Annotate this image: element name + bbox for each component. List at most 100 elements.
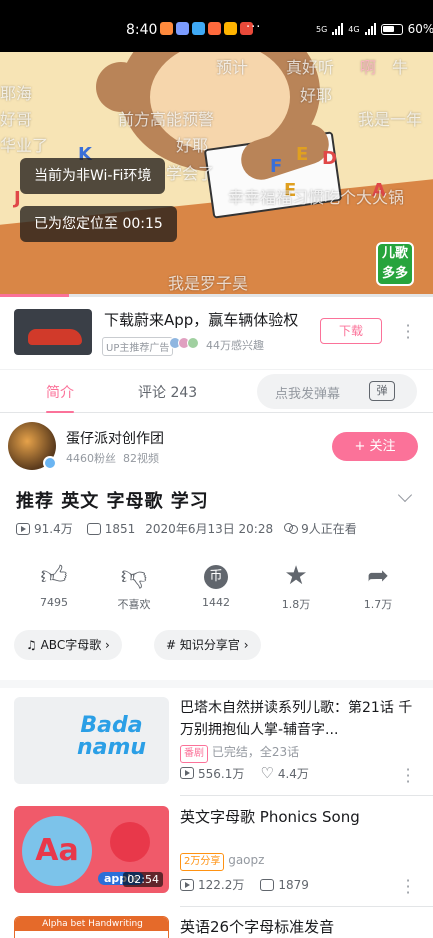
danmaku-input[interactable]: 点我发弹幕 弹 [257,374,417,409]
app-icon [208,22,221,35]
notification-icons [160,22,253,35]
tag-music[interactable]: ♫ ABC字母歌 › [14,630,122,660]
share-icon: ➦ [367,561,389,591]
tab-intro[interactable]: 简介 [46,382,74,402]
music-note-icon: ♫ [26,638,37,652]
danmaku-text: 耶海 [0,84,33,103]
danmaku-text: 啊 [360,58,377,77]
avatar [187,337,199,349]
signal-icon [332,23,344,35]
favorite-button[interactable]: ★ 1.8万 [266,560,326,612]
uploader-name[interactable]: 蛋仔派对创作团 [66,428,164,448]
danmaku-toggle-icon[interactable]: 弹 [369,381,395,401]
like-count: 7495 [40,596,68,609]
related-likes: 4.4万 [277,766,309,781]
video-scene-letter: F [270,156,283,177]
danmaku-text: 真好听 [286,58,335,77]
follow-button[interactable]: + 关注 [332,432,418,461]
favorite-count: 1.8万 [281,598,311,611]
heart-icon: ♡ [260,764,274,782]
publish-date: 2020年6月13日 20:28 [145,522,274,536]
danmaku-text: 前方高能预警 [118,110,215,129]
car-image [28,329,82,345]
related-stats: 556.1万 ♡ 4.4万 [180,764,309,782]
related-video-item[interactable]: Alpha bet Handwriting 英语26个字母标准发音 [0,916,433,938]
related-thumbnail: Bada namu [14,697,169,784]
danmaku-text: 预计 [216,58,249,77]
share-count: 1.7万 [363,598,393,611]
related-badge: 番剧 [180,745,208,763]
thumbs-up-icon: 👍︎ [40,561,68,591]
danmaku-count-icon [260,878,275,891]
expand-chevron-icon[interactable] [397,487,413,503]
ad-label: UP主推荐广告 [102,337,174,356]
battery-icon [380,23,403,35]
content-tabs: 简介 评论 243 点我发弹幕 弹 [0,369,433,413]
danmaku-text: 我是一年 [358,110,423,129]
danmaku-text: 好耶 [176,136,209,155]
signal-icon [364,23,376,35]
thumbnail-header: Alpha bet Handwriting [15,917,168,931]
ad-avatars [169,337,199,349]
ad-download-button[interactable]: 下载 [320,318,382,344]
related-thumbnail: Alpha bet Handwriting [14,916,169,938]
view-count: 91.4万 [34,522,73,536]
video-duration: 02:54 [123,872,163,887]
section-divider [0,680,433,688]
related-badge: 2万分享 [180,853,225,871]
ad-banner[interactable]: 下载蔚来App，赢车辆体验权 UP主推荐广告 44万感兴趣 下载 · · · [0,297,433,369]
video-player[interactable]: K J F E D A E 预计 真好听 啊 牛 耶海 好哥 好耶 前方高能预警… [0,52,433,296]
danmaku-count: 1851 [104,521,136,536]
tag-knowledge[interactable]: # 知识分享官 › [154,630,261,660]
tab-active-indicator [46,411,74,413]
ad-more-icon[interactable]: · · · [403,318,413,346]
thumbnail-letters: Aa [22,816,92,886]
related-meta: 番剧 已完结，全23话 [180,743,299,763]
video-title: 推荐 英文 字母歌 学习 [16,491,209,512]
status-bar: 8:40 ··· 5G 4G 60% [0,0,433,52]
chevron-right-icon: › [105,638,110,652]
item-separator [180,795,433,796]
tag-label: 知识分享官 [179,638,240,652]
network-label: 5G [316,24,328,34]
related-title: 英文字母歌 Phonics Song [180,808,360,826]
like-button[interactable]: 👍︎ 7495 [24,560,84,609]
watching-count: 9人正在看 [301,522,357,536]
verified-icon [43,456,57,470]
video-meta: 91.4万 1851 2020年6月13日 20:28 9人正在看 [16,520,357,537]
chevron-right-icon: › [243,638,249,652]
hashtag-icon: # [166,638,177,652]
apple-image [110,822,150,862]
coin-icon: 币 [186,560,246,592]
video-scene-letter: J [14,188,21,209]
app-icon [176,22,189,35]
channel-logo: 儿歌 多多 [376,242,414,286]
related-video-item[interactable]: Aa apple 02:54 英文字母歌 Phonics Song 2万分享 g… [0,806,433,916]
related-title: 巴塔木自然拼读系列儿歌：第21话 千万别拥抱仙人掌-辅音字... [180,700,413,738]
coin-button[interactable]: 币 1442 [186,560,246,609]
app-icon [192,22,205,35]
ad-interest-count: 44万感兴趣 [206,339,264,352]
uploader-fans: 4460粉丝 [66,452,116,465]
coin-count: 1442 [202,596,230,609]
danmaku-text: 幸幸福福习惯吃个大火锅 [228,188,405,207]
tag-label: ABC字母歌 [40,638,102,652]
battery-percent: 60% [407,22,433,36]
related-author: gaopz [228,853,265,867]
related-sub: 已完结，全23话 [211,745,300,759]
related-more-icon[interactable]: · · · [403,762,413,790]
thumbnail-logo: Bada namu [76,713,147,760]
danmaku-text: 我是罗子昊 [168,274,249,293]
dislike-button[interactable]: 👎︎ 不喜欢 [104,560,164,612]
tab-comments[interactable]: 评论 243 [138,382,197,402]
related-more-icon[interactable]: · · · [403,873,413,901]
ad-title: 下载蔚来App，赢车辆体验权 [104,311,299,329]
related-title: 英语26个字母标准发音 [180,918,335,936]
danmaku-text: 华业了 [0,136,49,155]
app-icon [224,22,237,35]
related-video-item[interactable]: Bada namu 巴塔木自然拼读系列儿歌：第21话 千万别拥抱仙人掌-辅音字.… [0,697,433,807]
related-thumbnail: Aa apple 02:54 [14,806,169,893]
danmaku-input-placeholder: 点我发弹幕 [275,387,341,402]
share-button[interactable]: ➦ 1.7万 [348,560,408,612]
star-icon: ★ [284,561,308,591]
